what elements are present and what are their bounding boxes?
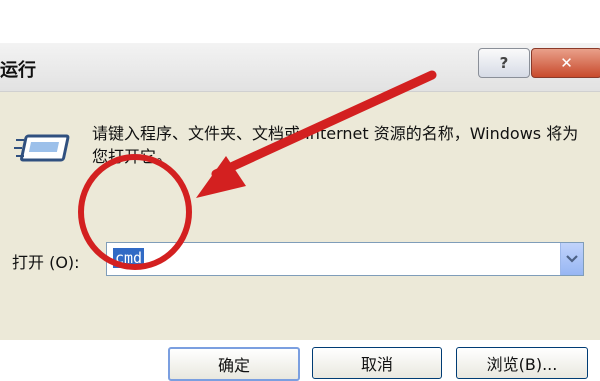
run-dialog: 运行 ? ✕ 请键入程序、文件夹、文档或 Internet 资源的名称，Wind… [0, 43, 600, 381]
chevron-down-icon [566, 255, 578, 263]
open-label: 打开 (O): [12, 253, 80, 272]
title-bar: 运行 ? ✕ [0, 43, 600, 92]
dialog-description: 请键入程序、文件夹、文档或 Internet 资源的名称，Windows 将为您… [92, 124, 579, 166]
run-icon [14, 134, 70, 162]
dropdown-arrow-button[interactable] [560, 243, 583, 275]
close-icon: ✕ [560, 54, 573, 72]
ok-button[interactable]: 确定 [168, 347, 300, 381]
cancel-button[interactable]: 取消 [312, 347, 442, 379]
help-button[interactable]: ? [478, 48, 530, 78]
browse-button[interactable]: 浏览(B)... [456, 347, 588, 379]
open-combobox[interactable]: cmd [106, 242, 584, 276]
dialog-body: 请键入程序、文件夹、文档或 Internet 资源的名称，Windows 将为您… [0, 92, 600, 381]
open-input-value[interactable]: cmd [113, 248, 145, 268]
close-button[interactable]: ✕ [531, 48, 600, 78]
window-title: 运行 [0, 60, 36, 81]
help-icon: ? [499, 54, 509, 72]
